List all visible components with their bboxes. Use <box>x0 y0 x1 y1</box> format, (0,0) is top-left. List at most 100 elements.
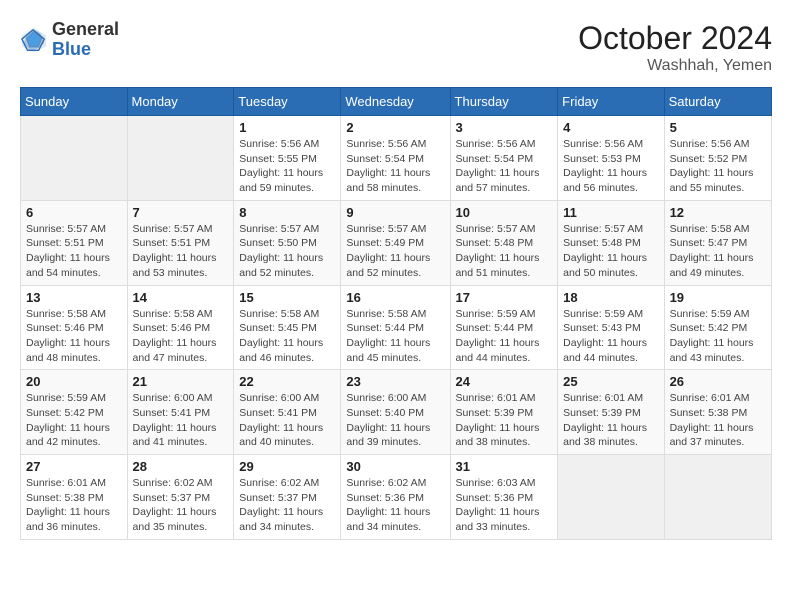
day-info: Sunrise: 5:58 AM Sunset: 5:44 PM Dayligh… <box>346 307 444 366</box>
logo-general: General <box>52 20 119 40</box>
day-info: Sunrise: 5:59 AM Sunset: 5:42 PM Dayligh… <box>26 391 122 450</box>
day-info: Sunrise: 5:57 AM Sunset: 5:49 PM Dayligh… <box>346 222 444 281</box>
calendar-cell-w5-d2: 28 Sunrise: 6:02 AM Sunset: 5:37 PM Dayli… <box>127 455 234 540</box>
logo: General Blue <box>20 20 119 60</box>
day-info: Sunrise: 5:56 AM Sunset: 5:54 PM Dayligh… <box>456 137 553 196</box>
day-info: Sunrise: 5:57 AM Sunset: 5:48 PM Dayligh… <box>563 222 658 281</box>
header-saturday: Saturday <box>664 88 771 116</box>
day-info: Sunrise: 6:02 AM Sunset: 5:37 PM Dayligh… <box>133 476 229 535</box>
day-info: Sunrise: 5:58 AM Sunset: 5:45 PM Dayligh… <box>239 307 335 366</box>
calendar-table: Sunday Monday Tuesday Wednesday Thursday… <box>20 87 772 540</box>
calendar-cell-w3-d3: 15 Sunrise: 5:58 AM Sunset: 5:45 PM Dayli… <box>234 285 341 370</box>
calendar-cell-w1-d2 <box>127 116 234 201</box>
calendar-cell-w1-d6: 4 Sunrise: 5:56 AM Sunset: 5:53 PM Daylig… <box>558 116 664 201</box>
calendar-cell-w4-d1: 20Sunrise: 5:59 AM Sunset: 5:42 PM Dayli… <box>21 370 128 455</box>
day-number: 3 <box>456 120 553 135</box>
page: General Blue October 2024 Washhah, Yemen… <box>0 0 792 612</box>
day-info: Sunrise: 5:56 AM Sunset: 5:53 PM Dayligh… <box>563 137 658 196</box>
calendar-cell-w5-d1: 27 Sunrise: 6:01 AM Sunset: 5:38 PM Dayli… <box>21 455 128 540</box>
day-number: 4 <box>563 120 658 135</box>
week-row-3: 13 Sunrise: 5:58 AM Sunset: 5:46 PM Dayli… <box>21 285 772 370</box>
day-number: 21 <box>133 374 229 389</box>
header-sunday: Sunday <box>21 88 128 116</box>
header-tuesday: Tuesday <box>234 88 341 116</box>
calendar-cell-w5-d4: 30Sunrise: 6:02 AM Sunset: 5:36 PM Dayli… <box>341 455 450 540</box>
calendar-cell-w4-d5: 24 Sunrise: 6:01 AM Sunset: 5:39 PM Dayli… <box>450 370 558 455</box>
calendar-cell-w2-d7: 12 Sunrise: 5:58 AM Sunset: 5:47 PM Dayli… <box>664 200 771 285</box>
day-number: 13 <box>26 290 122 305</box>
day-info: Sunrise: 5:59 AM Sunset: 5:43 PM Dayligh… <box>563 307 658 366</box>
calendar-cell-w1-d4: 2 Sunrise: 5:56 AM Sunset: 5:54 PM Daylig… <box>341 116 450 201</box>
calendar-cell-w1-d3: 1 Sunrise: 5:56 AM Sunset: 5:55 PM Daylig… <box>234 116 341 201</box>
day-number: 5 <box>670 120 766 135</box>
day-number: 8 <box>239 205 335 220</box>
calendar-cell-w4-d7: 26Sunrise: 6:01 AM Sunset: 5:38 PM Dayli… <box>664 370 771 455</box>
calendar-cell-w2-d5: 10 Sunrise: 5:57 AM Sunset: 5:48 PM Dayli… <box>450 200 558 285</box>
calendar-cell-w4-d2: 21 Sunrise: 6:00 AM Sunset: 5:41 PM Dayli… <box>127 370 234 455</box>
day-number: 10 <box>456 205 553 220</box>
day-number: 30 <box>346 459 444 474</box>
day-info: Sunrise: 5:56 AM Sunset: 5:54 PM Dayligh… <box>346 137 444 196</box>
calendar-cell-w2-d6: 11 Sunrise: 5:57 AM Sunset: 5:48 PM Dayli… <box>558 200 664 285</box>
weekday-header-row: Sunday Monday Tuesday Wednesday Thursday… <box>21 88 772 116</box>
day-number: 9 <box>346 205 444 220</box>
calendar-cell-w1-d1 <box>21 116 128 201</box>
header: General Blue October 2024 Washhah, Yemen <box>20 20 772 75</box>
day-info: Sunrise: 6:00 AM Sunset: 5:41 PM Dayligh… <box>133 391 229 450</box>
header-wednesday: Wednesday <box>341 88 450 116</box>
day-number: 25 <box>563 374 658 389</box>
header-thursday: Thursday <box>450 88 558 116</box>
day-info: Sunrise: 5:57 AM Sunset: 5:51 PM Dayligh… <box>133 222 229 281</box>
day-number: 29 <box>239 459 335 474</box>
calendar-cell-w4-d4: 23Sunrise: 6:00 AM Sunset: 5:40 PM Dayli… <box>341 370 450 455</box>
day-info: Sunrise: 5:58 AM Sunset: 5:47 PM Dayligh… <box>670 222 766 281</box>
calendar-cell-w3-d4: 16 Sunrise: 5:58 AM Sunset: 5:44 PM Dayli… <box>341 285 450 370</box>
day-info: Sunrise: 5:58 AM Sunset: 5:46 PM Dayligh… <box>133 307 229 366</box>
day-number: 11 <box>563 205 658 220</box>
day-info: Sunrise: 5:57 AM Sunset: 5:48 PM Dayligh… <box>456 222 553 281</box>
day-number: 15 <box>239 290 335 305</box>
calendar-cell-w5-d7 <box>664 455 771 540</box>
calendar-cell-w1-d7: 5Sunrise: 5:56 AM Sunset: 5:52 PM Daylig… <box>664 116 771 201</box>
day-number: 17 <box>456 290 553 305</box>
week-row-5: 27 Sunrise: 6:01 AM Sunset: 5:38 PM Dayli… <box>21 455 772 540</box>
calendar-cell-w5-d6 <box>558 455 664 540</box>
day-number: 28 <box>133 459 229 474</box>
calendar-cell-w2-d3: 8Sunrise: 5:57 AM Sunset: 5:50 PM Daylig… <box>234 200 341 285</box>
day-info: Sunrise: 6:01 AM Sunset: 5:39 PM Dayligh… <box>456 391 553 450</box>
day-number: 26 <box>670 374 766 389</box>
calendar-cell-w2-d4: 9 Sunrise: 5:57 AM Sunset: 5:49 PM Daylig… <box>341 200 450 285</box>
day-number: 23 <box>346 374 444 389</box>
calendar-cell-w5-d3: 29 Sunrise: 6:02 AM Sunset: 5:37 PM Dayli… <box>234 455 341 540</box>
day-number: 1 <box>239 120 335 135</box>
day-number: 2 <box>346 120 444 135</box>
day-info: Sunrise: 5:57 AM Sunset: 5:51 PM Dayligh… <box>26 222 122 281</box>
calendar-cell-w5-d5: 31Sunrise: 6:03 AM Sunset: 5:36 PM Dayli… <box>450 455 558 540</box>
day-number: 19 <box>670 290 766 305</box>
month-title: October 2024 <box>578 20 772 57</box>
title-block: October 2024 Washhah, Yemen <box>578 20 772 75</box>
day-info: Sunrise: 6:01 AM Sunset: 5:38 PM Dayligh… <box>26 476 122 535</box>
calendar-cell-w3-d1: 13Sunrise: 5:58 AM Sunset: 5:46 PM Dayli… <box>21 285 128 370</box>
day-number: 12 <box>670 205 766 220</box>
day-number: 24 <box>456 374 553 389</box>
day-number: 16 <box>346 290 444 305</box>
day-number: 14 <box>133 290 229 305</box>
calendar-cell-w4-d3: 22Sunrise: 6:00 AM Sunset: 5:41 PM Dayli… <box>234 370 341 455</box>
header-friday: Friday <box>558 88 664 116</box>
calendar-cell-w3-d2: 14 Sunrise: 5:58 AM Sunset: 5:46 PM Dayli… <box>127 285 234 370</box>
day-info: Sunrise: 5:56 AM Sunset: 5:55 PM Dayligh… <box>239 137 335 196</box>
day-info: Sunrise: 6:02 AM Sunset: 5:37 PM Dayligh… <box>239 476 335 535</box>
calendar-cell-w4-d6: 25Sunrise: 6:01 AM Sunset: 5:39 PM Dayli… <box>558 370 664 455</box>
calendar-cell-w3-d7: 19 Sunrise: 5:59 AM Sunset: 5:42 PM Dayli… <box>664 285 771 370</box>
day-info: Sunrise: 5:59 AM Sunset: 5:44 PM Dayligh… <box>456 307 553 366</box>
day-number: 6 <box>26 205 122 220</box>
week-row-4: 20Sunrise: 5:59 AM Sunset: 5:42 PM Dayli… <box>21 370 772 455</box>
calendar-cell-w1-d5: 3 Sunrise: 5:56 AM Sunset: 5:54 PM Daylig… <box>450 116 558 201</box>
calendar-cell-w2-d2: 7Sunrise: 5:57 AM Sunset: 5:51 PM Daylig… <box>127 200 234 285</box>
calendar-cell-w3-d5: 17 Sunrise: 5:59 AM Sunset: 5:44 PM Dayli… <box>450 285 558 370</box>
day-number: 27 <box>26 459 122 474</box>
logo-blue: Blue <box>52 40 119 60</box>
day-info: Sunrise: 5:59 AM Sunset: 5:42 PM Dayligh… <box>670 307 766 366</box>
day-number: 31 <box>456 459 553 474</box>
